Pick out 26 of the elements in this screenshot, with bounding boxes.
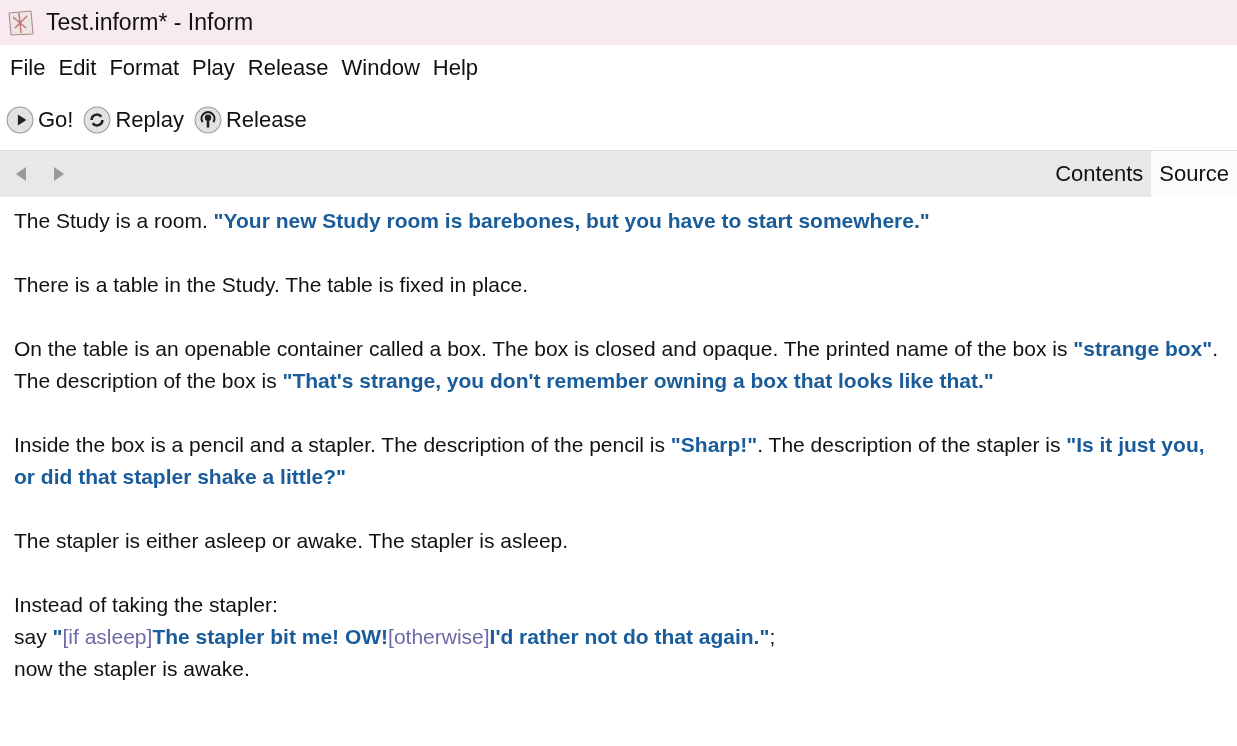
window-title: Test.inform* - Inform xyxy=(46,9,254,36)
play-icon xyxy=(6,106,34,134)
menu-item[interactable]: Window xyxy=(341,54,420,81)
source-line: The stapler is either asleep or awake. The stapler is asleep. xyxy=(14,528,570,554)
toolbar-button[interactable]: Release xyxy=(193,106,307,134)
source-line: say "[if asleep]The stapler bit me! OW![otherwise]I'd rather not do that again."; xyxy=(14,624,777,650)
menu-item[interactable]: Release xyxy=(247,54,329,81)
right-arrow-icon xyxy=(52,166,66,182)
source-line: The Study is a room. "Your new Study room is barebones, but you have to start somewhere." xyxy=(14,208,931,234)
toolbar-button[interactable]: Replay xyxy=(83,106,184,134)
source-line: Inside the box is a pencil and a stapler. The description of the pencil is "Sharp!". The description of the stapler is "Is it just you, or did that stapler shake a little?" xyxy=(14,432,1206,490)
menu-item[interactable]: File xyxy=(10,54,46,81)
tab[interactable]: Source xyxy=(1151,151,1237,197)
source-line: There is a table in the Study. The table is fixed in place. xyxy=(14,272,530,298)
menu-item[interactable]: Format xyxy=(109,54,180,81)
app-icon xyxy=(6,7,36,38)
menu-item[interactable]: Play xyxy=(192,54,235,81)
left-arrow-icon xyxy=(14,166,28,182)
menu-item[interactable]: Edit xyxy=(58,54,97,81)
broadcast-icon xyxy=(193,106,222,134)
source-line: Instead of taking the stapler: xyxy=(14,592,279,618)
circular-arrows-icon xyxy=(83,106,112,134)
menu-item[interactable]: Help xyxy=(432,54,479,81)
toolbar-button[interactable]: Go! xyxy=(6,106,74,134)
source-line: now the stapler is awake. xyxy=(14,656,251,682)
source-line: On the table is an openable container called a box. The box is closed and opaque. The printed name of the box is "strange box". The description of the box is "That's strange, you don't remember owning a box that looks like that." xyxy=(14,336,1220,394)
